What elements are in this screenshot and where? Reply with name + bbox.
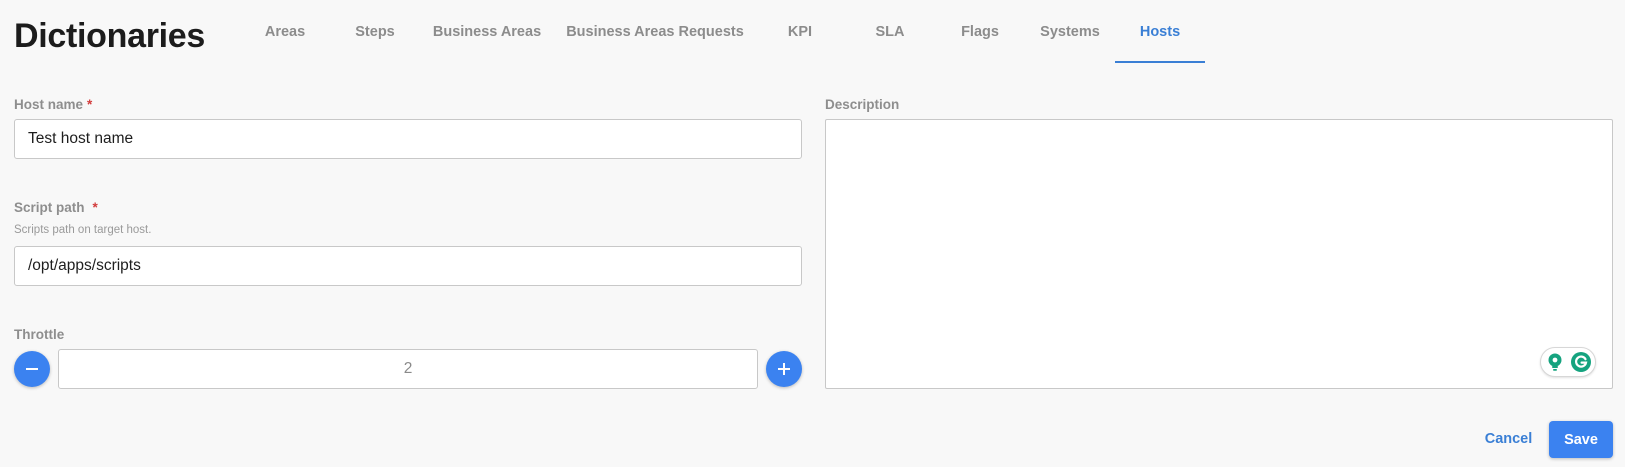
- throttle-label: Throttle: [14, 327, 65, 342]
- tab-steps[interactable]: Steps: [335, 0, 415, 63]
- throttle-decrement-button[interactable]: [14, 351, 50, 387]
- throttle-value: 2: [403, 360, 413, 377]
- dictionaries-page: Dictionaries Areas Steps Business Areas …: [0, 0, 1625, 467]
- description-label: Description: [825, 97, 900, 112]
- throttle-input[interactable]: 2: [58, 349, 758, 389]
- tab-flags[interactable]: Flags: [940, 0, 1020, 63]
- tab-business-areas[interactable]: Business Areas: [426, 0, 548, 63]
- tab-hosts[interactable]: Hosts: [1115, 0, 1205, 63]
- grammarly-g-icon[interactable]: [1570, 351, 1592, 373]
- script-path-value: /opt/apps/scripts: [28, 257, 141, 274]
- required-mark: *: [92, 200, 98, 215]
- tab-systems[interactable]: Systems: [1030, 0, 1110, 63]
- cancel-button[interactable]: Cancel: [1476, 425, 1541, 453]
- minus-icon: [26, 368, 38, 370]
- grammarly-widget[interactable]: [1540, 347, 1596, 377]
- host-name-label: Host name *: [14, 97, 93, 112]
- host-name-value: Test host name: [28, 130, 134, 147]
- script-path-input[interactable]: /opt/apps/scripts: [14, 246, 802, 286]
- tab-kpi[interactable]: KPI: [760, 0, 840, 63]
- tab-areas[interactable]: Areas: [246, 0, 324, 63]
- tab-sla[interactable]: SLA: [850, 0, 930, 63]
- plus-icon: [778, 363, 790, 375]
- host-name-input[interactable]: Test host name: [14, 119, 802, 159]
- page-title: Dictionaries: [14, 17, 206, 55]
- description-textarea[interactable]: [825, 119, 1613, 389]
- required-mark: *: [87, 97, 93, 112]
- script-path-hint: Scripts path on target host.: [14, 224, 152, 236]
- lightbulb-icon[interactable]: [1544, 351, 1566, 373]
- tab-business-areas-requests[interactable]: Business Areas Requests: [560, 0, 750, 63]
- throttle-increment-button[interactable]: [766, 351, 802, 387]
- script-path-label: Script path *: [14, 200, 98, 215]
- save-button[interactable]: Save: [1549, 421, 1613, 458]
